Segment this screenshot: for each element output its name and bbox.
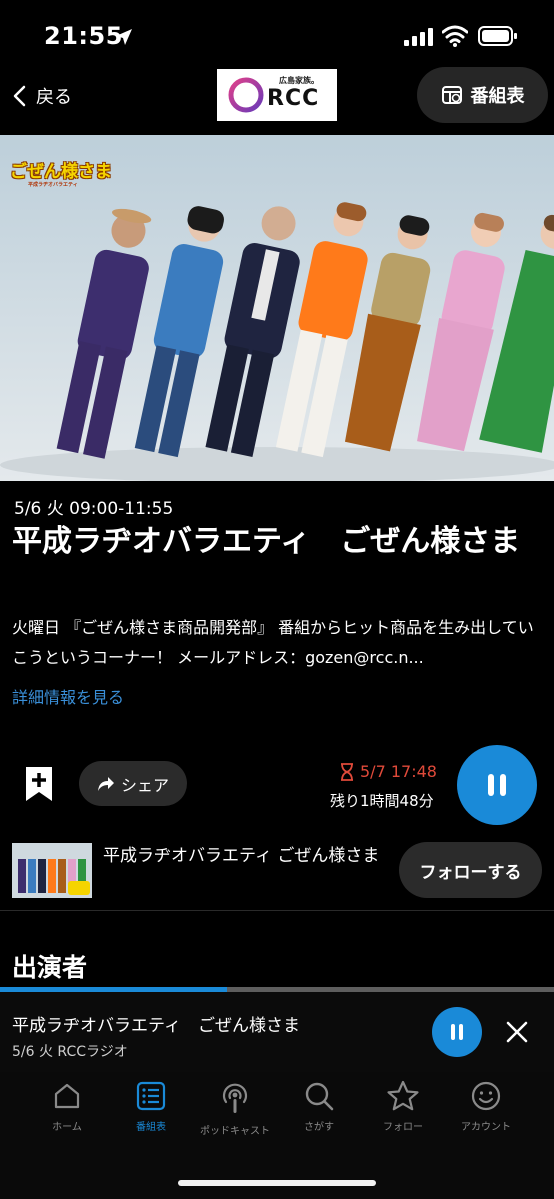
tab-podcast[interactable]: ポッドキャスト bbox=[193, 1080, 277, 1137]
program-thumbnail bbox=[12, 843, 92, 898]
mini-pause-button[interactable] bbox=[432, 1007, 482, 1057]
program-description: 火曜日 『ごぜん様さま商品開発部』 番組からヒット商品を生み出していこうというコ… bbox=[12, 618, 534, 667]
follow-program-name: 平成ラヂオバラエティ ごぜん様さま bbox=[103, 846, 380, 866]
account-icon bbox=[471, 1081, 501, 1111]
close-icon[interactable] bbox=[502, 1017, 532, 1047]
bookmark-add-icon[interactable] bbox=[24, 765, 54, 803]
listen-deadline: 5/7 17:48 bbox=[340, 762, 437, 781]
tab-schedule[interactable]: 番組表 bbox=[109, 1080, 193, 1133]
cast-photo bbox=[0, 135, 554, 481]
pause-icon bbox=[488, 774, 506, 796]
cellular-signal-icon bbox=[404, 28, 433, 46]
schedule-icon bbox=[441, 86, 462, 104]
cast-heading: 出演者 bbox=[12, 953, 88, 982]
tab-search[interactable]: さがす bbox=[277, 1080, 361, 1133]
mini-player-subtitle: 5/6 火 RCCラジオ bbox=[12, 1044, 128, 1060]
back-button[interactable]: 戻る bbox=[12, 78, 72, 114]
deadline-text: 5/7 17:48 bbox=[360, 762, 437, 781]
tab-home[interactable]: ホーム bbox=[25, 1080, 109, 1133]
back-label: 戻る bbox=[36, 87, 72, 108]
tab-label: アカウント bbox=[461, 1122, 511, 1133]
pause-button[interactable] bbox=[457, 745, 537, 825]
chevron-left-icon bbox=[13, 85, 26, 107]
tab-account[interactable]: アカウント bbox=[444, 1080, 528, 1133]
home-icon bbox=[54, 1083, 80, 1109]
program-title: 平成ラヂオバラエティ ごぜん様さま bbox=[12, 524, 521, 559]
tab-label: ホーム bbox=[52, 1122, 82, 1133]
wifi-icon bbox=[442, 25, 468, 47]
follow-button[interactable]: フォローする bbox=[399, 842, 542, 898]
schedule-button[interactable]: 番組表 bbox=[417, 67, 548, 123]
divider bbox=[0, 910, 554, 911]
tab-label: さがす bbox=[304, 1122, 334, 1133]
tab-follow[interactable]: フォロー bbox=[361, 1080, 445, 1133]
podcast-icon bbox=[222, 1083, 248, 1113]
star-icon bbox=[387, 1080, 419, 1111]
tab-label: ポッドキャスト bbox=[200, 1126, 270, 1137]
schedule-label: 番組表 bbox=[470, 86, 525, 107]
program-title-logo: ごぜん様さま bbox=[10, 162, 112, 182]
location-arrow-icon bbox=[116, 29, 132, 45]
status-time: 21:55 bbox=[44, 22, 123, 50]
logo-text: RCC bbox=[267, 86, 320, 111]
share-arrow-icon bbox=[97, 776, 114, 791]
logo-tagline: 広島家族。 bbox=[279, 76, 319, 85]
mini-player-title: 平成ラヂオバラエティ ごぜん様さま bbox=[12, 1016, 300, 1036]
follow-label: フォローする bbox=[419, 862, 522, 883]
program-hero-image: ごぜん様さま 平成ラヂオバラエティ bbox=[0, 135, 554, 481]
air-time: 5/6 火 09:00-11:55 bbox=[14, 499, 174, 519]
share-button[interactable]: シェア bbox=[79, 761, 187, 806]
list-icon bbox=[136, 1081, 166, 1111]
tab-label: 番組表 bbox=[136, 1122, 166, 1133]
battery-icon bbox=[478, 26, 517, 46]
search-icon bbox=[305, 1082, 334, 1111]
home-indicator bbox=[178, 1180, 376, 1186]
program-title-logo-sub: 平成ラヂオバラエティ bbox=[28, 182, 78, 188]
remaining-time: 残り1時間48分 bbox=[330, 792, 434, 810]
details-link[interactable]: 詳細情報を見る bbox=[12, 684, 124, 708]
rcc-ring-icon bbox=[228, 77, 264, 113]
pause-icon bbox=[451, 1024, 463, 1040]
hourglass-icon bbox=[341, 762, 353, 781]
tab-label: フォロー bbox=[383, 1122, 423, 1133]
playback-progress-fill bbox=[0, 987, 228, 992]
share-label: シェア bbox=[120, 775, 169, 795]
station-logo: 広島家族。 RCC bbox=[217, 69, 337, 121]
